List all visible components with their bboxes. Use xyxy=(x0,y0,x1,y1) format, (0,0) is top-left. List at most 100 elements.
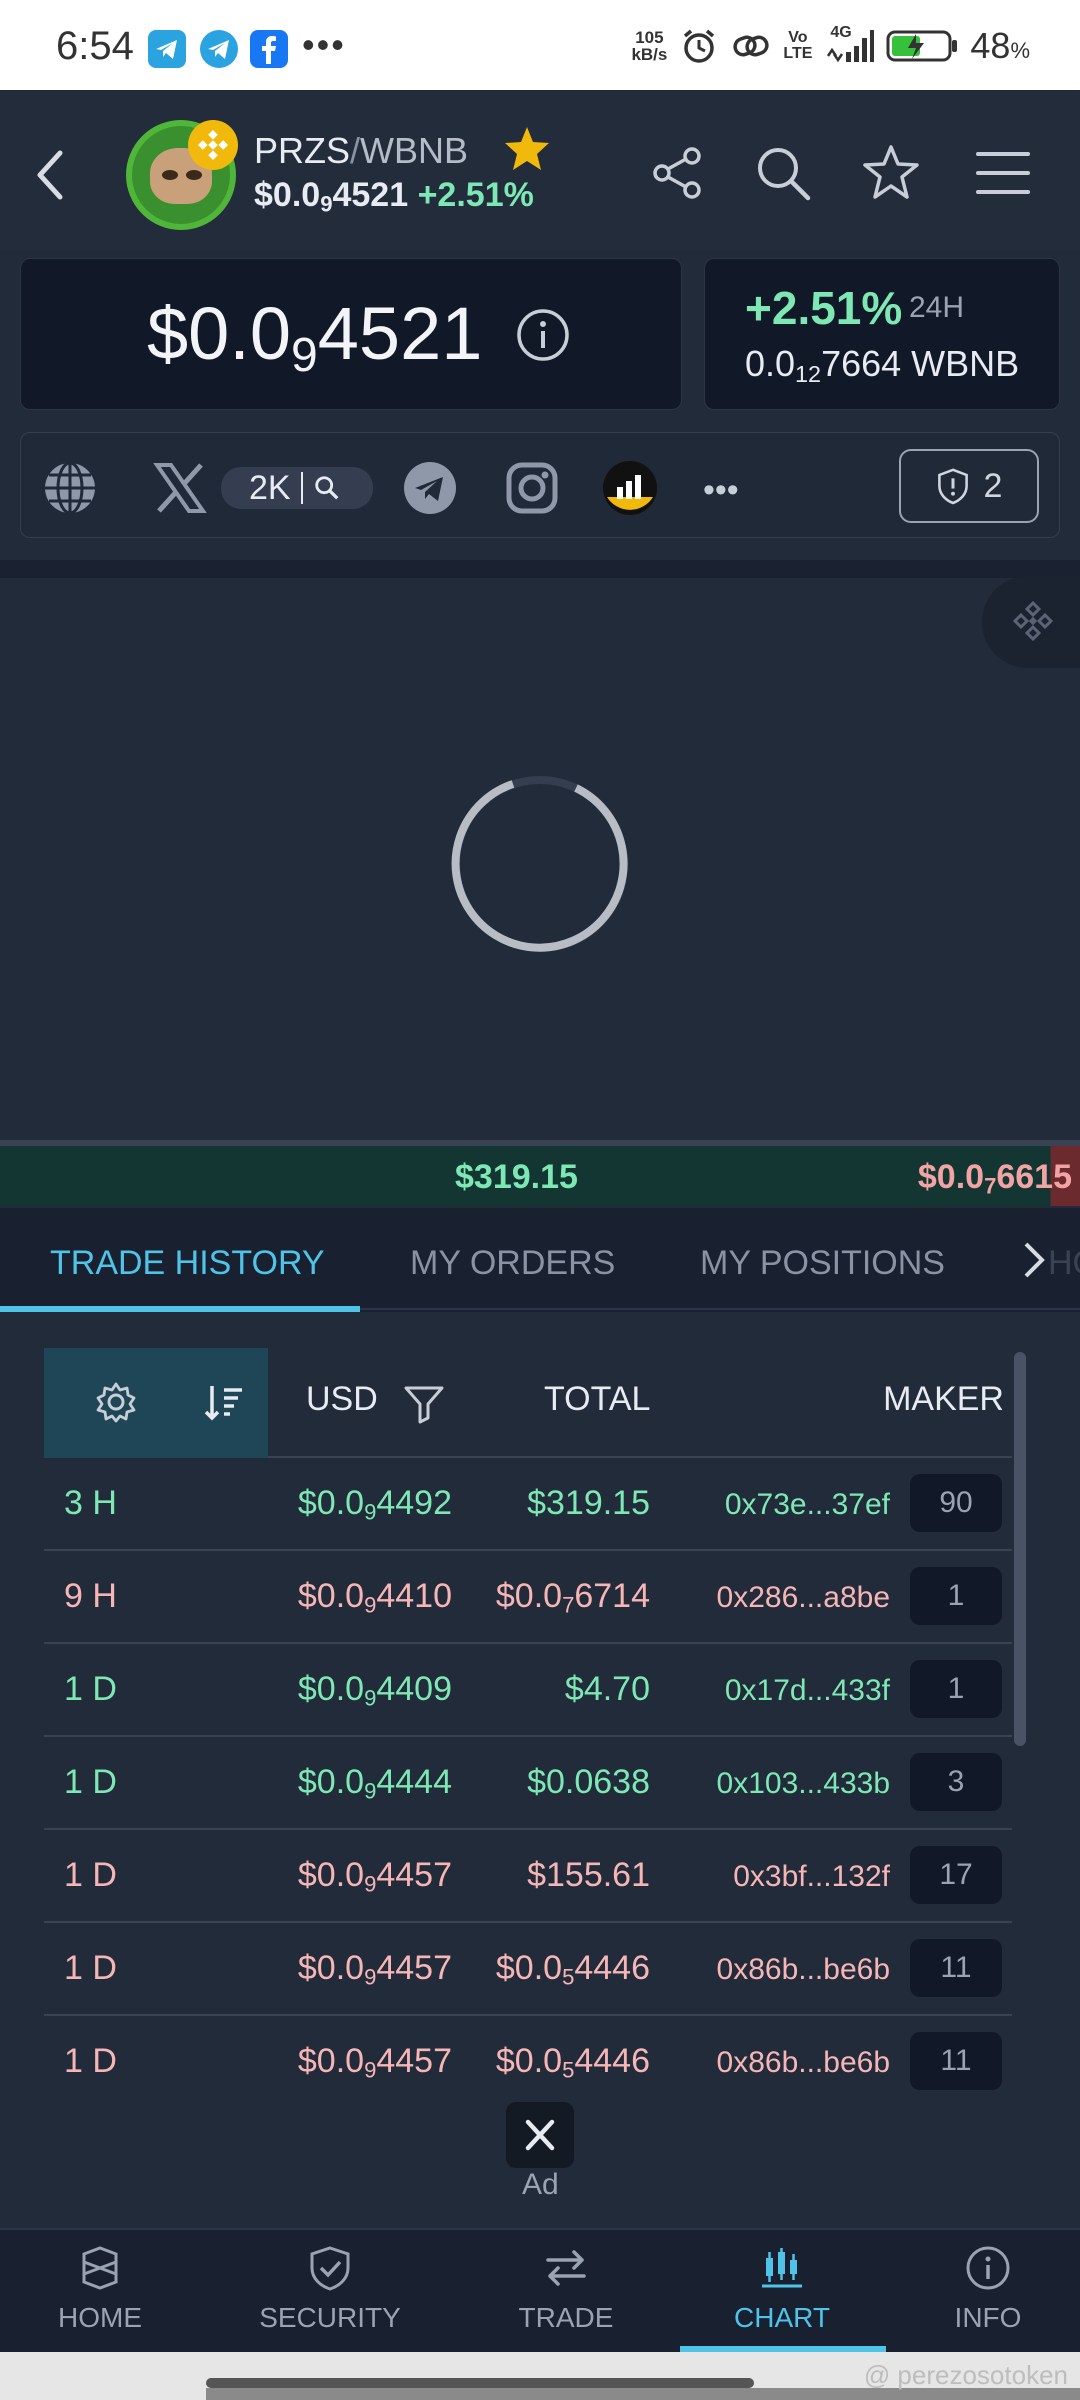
sort-icon[interactable] xyxy=(202,1380,246,1424)
total-sub: 7 xyxy=(562,1592,575,1618)
settings-gear-icon[interactable] xyxy=(94,1380,138,1424)
volte-indicator: Vo LTE xyxy=(783,30,812,62)
maker-address[interactable]: 0x17d...433f xyxy=(725,1674,890,1708)
tab-my-orders[interactable]: MY ORDERS xyxy=(410,1244,615,1283)
menu-icon[interactable] xyxy=(972,142,1034,204)
nav-security[interactable]: SECURITY xyxy=(230,2244,430,2334)
globe-icon[interactable] xyxy=(41,459,99,517)
usd-prefix: $0.0 xyxy=(297,1949,365,1987)
battery-percentage: 48% xyxy=(970,25,1030,67)
battery-sign: % xyxy=(1010,38,1030,63)
column-usd[interactable]: USD xyxy=(306,1380,378,1419)
maker-address[interactable]: 0x73e...37ef xyxy=(725,1488,890,1522)
search-icon[interactable] xyxy=(752,142,814,204)
usd-rest: 4410 xyxy=(376,1577,452,1615)
ticker-buy-value: $319.15 xyxy=(455,1158,578,1196)
table-row[interactable]: 1 D $0.094444 $0.0638 0x103...433b 3 xyxy=(44,1737,1012,1830)
maker-address[interactable]: 0x3bf...132f xyxy=(733,1860,890,1894)
maker-trade-count[interactable]: 3 xyxy=(910,1753,1002,1811)
volte-top: Vo xyxy=(788,29,808,46)
telegram-notification-icon-2 xyxy=(200,30,238,68)
back-arrow-icon[interactable] xyxy=(30,145,70,205)
table-row[interactable]: 1 D $0.094457 $155.61 0x3bf...132f 17 xyxy=(44,1830,1012,1923)
usd-rest: 4457 xyxy=(376,2042,452,2080)
trade-price-usd: $0.094492 xyxy=(298,1484,452,1526)
nav-trade[interactable]: TRADE xyxy=(466,2244,666,2334)
usd-sub: 9 xyxy=(364,1964,377,1990)
alarm-icon xyxy=(684,29,715,63)
bnb-floating-button[interactable] xyxy=(982,576,1080,668)
trade-total: $0.0638 xyxy=(527,1763,650,1805)
telegram-notification-icon xyxy=(148,30,186,68)
table-body: 3 H $0.094492 $319.15 0x73e...37ef 90 9 H $0.0… xyxy=(44,1458,1012,2100)
trade-price-usd: $0.094409 xyxy=(298,1670,452,1712)
maker-trade-count[interactable]: 1 xyxy=(910,1567,1002,1625)
nav-info[interactable]: INFO xyxy=(888,2244,1080,2334)
tab-holders-partial[interactable]: HO xyxy=(1048,1244,1080,1283)
filter-icon[interactable] xyxy=(402,1384,446,1424)
tabs-scroll-right-icon[interactable] xyxy=(1018,1238,1048,1282)
table-scrollbar[interactable] xyxy=(1014,1352,1026,1746)
maker-trade-count[interactable]: 90 xyxy=(910,1474,1002,1532)
more-socials-icon[interactable]: ••• xyxy=(703,471,761,529)
info-icon[interactable] xyxy=(515,307,571,363)
tab-trade-history[interactable]: TRADE HISTORY xyxy=(50,1244,325,1283)
ad-close-button[interactable] xyxy=(506,2102,574,2168)
history-tabs: TRADE HISTORY MY ORDERS MY POSITIONS HO xyxy=(0,1208,1080,1312)
cmc-chart-icon[interactable] xyxy=(601,459,659,517)
table-row[interactable]: 9 H $0.094410 $0.076714 0x286...a8be 1 xyxy=(44,1551,1012,1644)
signal-icon: 4G xyxy=(824,24,875,66)
x-search-chip[interactable]: 2K xyxy=(221,467,373,509)
network-speed-unit: kB/s xyxy=(631,45,668,64)
maker-trade-count[interactable]: 11 xyxy=(910,2032,1002,2090)
home-gesture-pill[interactable] xyxy=(206,2378,754,2388)
maker-address[interactable]: 0x86b...be6b xyxy=(717,1953,890,1987)
nav-home[interactable]: HOME xyxy=(0,2244,200,2334)
nav-trade-label: TRADE xyxy=(518,2302,614,2333)
price-sub: 9 xyxy=(291,328,318,383)
table-row[interactable]: 3 H $0.094492 $319.15 0x73e...37ef 90 xyxy=(44,1458,1012,1551)
ticker-sell-sub: 7 xyxy=(984,1173,997,1199)
table-row[interactable]: 1 D $0.094457 $0.054446 0x86b...be6b 11 xyxy=(44,1923,1012,2016)
tab-my-positions[interactable]: MY POSITIONS xyxy=(700,1244,945,1283)
nav-chart[interactable]: CHART xyxy=(682,2244,882,2334)
share-icon[interactable] xyxy=(646,142,708,204)
maker-address[interactable]: 0x86b...be6b xyxy=(717,2046,890,2080)
swap-arrows-icon xyxy=(546,2250,586,2286)
security-audit-button[interactable]: 2 xyxy=(899,449,1039,523)
maker-trade-count[interactable]: 17 xyxy=(910,1846,1002,1904)
usd-sub: 9 xyxy=(364,2057,377,2083)
info-circle-icon xyxy=(966,2246,1010,2290)
star-outline-icon[interactable] xyxy=(860,142,922,204)
maker-trade-count[interactable]: 1 xyxy=(910,1660,1002,1718)
status-right-group: 105 kB/s Vo LTE 4G 48% xyxy=(631,24,1030,67)
instagram-icon[interactable] xyxy=(503,459,561,517)
network-speed: 105 kB/s xyxy=(631,29,667,63)
ticker-sell-rest: 6615 xyxy=(996,1158,1072,1196)
volume-ticker: $319.15 $0.076615 xyxy=(0,1140,1080,1206)
table-row[interactable]: 1 D $0.094409 $4.70 0x17d...433f 1 xyxy=(44,1644,1012,1737)
column-total[interactable]: TOTAL xyxy=(544,1380,650,1419)
x-search-icon xyxy=(314,476,339,500)
bnb-chain-icon xyxy=(188,120,238,170)
trade-age: 3 H xyxy=(64,1484,117,1522)
table-row[interactable]: 1 D $0.094457 $0.054446 0x86b...be6b 11 xyxy=(44,2016,1012,2100)
wbnb-rest: 7664 WBNB xyxy=(821,343,1020,384)
trade-total: $0.054446 xyxy=(496,2042,650,2084)
trade-age: 1 D xyxy=(64,1949,117,1987)
maker-trade-count[interactable]: 11 xyxy=(910,1939,1002,1997)
token-pair: PRZS/WBNB xyxy=(254,130,468,172)
trade-price-usd: $0.094457 xyxy=(298,1949,452,1991)
link-icon xyxy=(733,35,769,57)
active-tab-indicator xyxy=(0,1306,360,1312)
usd-rest: 4457 xyxy=(376,1949,452,1987)
total-prefix: $4.70 xyxy=(564,1670,650,1708)
wbnb-prefix: 0.0 xyxy=(745,343,796,384)
total-prefix: $0.0 xyxy=(495,2042,563,2080)
usd-rest: 4444 xyxy=(376,1763,452,1801)
x-twitter-icon[interactable] xyxy=(151,459,209,517)
telegram-icon[interactable] xyxy=(401,459,459,517)
maker-address[interactable]: 0x103...433b xyxy=(717,1767,890,1801)
column-maker[interactable]: MAKER xyxy=(883,1380,1004,1419)
maker-address[interactable]: 0x286...a8be xyxy=(717,1581,890,1615)
